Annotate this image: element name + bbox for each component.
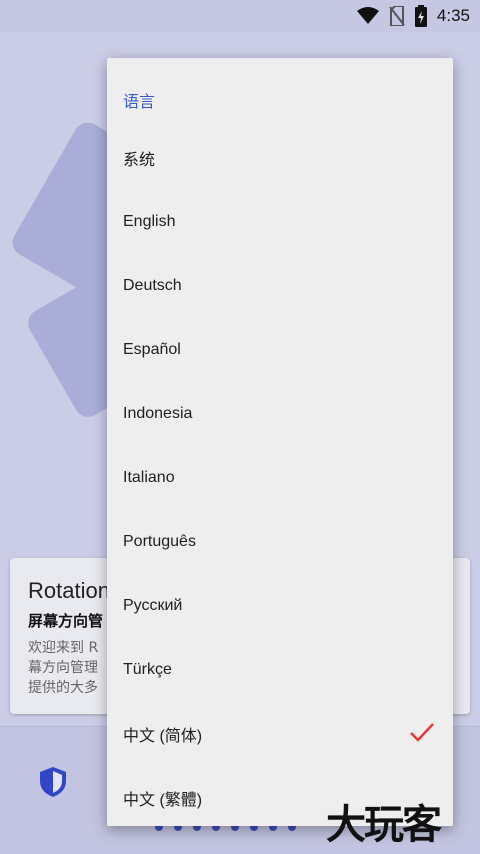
- language-option-label: Português: [123, 533, 196, 550]
- language-option-selected[interactable]: 中文 (简体): [107, 702, 453, 766]
- card-body: 欢迎来到 R 幕方向管理 提供的大多: [28, 638, 118, 698]
- language-option-label: Русский: [123, 597, 183, 614]
- language-option[interactable]: Indonesia: [107, 382, 453, 446]
- shield-icon[interactable]: [40, 767, 66, 797]
- language-option[interactable]: Italiano: [107, 446, 453, 510]
- language-dropdown: 语言 系统 English Deutsch Español Indonesia …: [107, 58, 453, 826]
- language-option-label: 中文 (繁體): [123, 792, 203, 809]
- no-sim-icon: [389, 6, 405, 26]
- language-option[interactable]: Deutsch: [107, 254, 453, 318]
- language-option[interactable]: Português: [107, 510, 453, 574]
- language-option-label: English: [123, 213, 176, 230]
- card-title: Rotation: [28, 578, 110, 603]
- language-option-label: Indonesia: [123, 405, 193, 422]
- dropdown-header: 语言: [123, 92, 156, 111]
- card-body-line: 幕方向管理: [28, 660, 98, 676]
- wifi-icon: [356, 7, 379, 24]
- card-body-line: 提供的大多: [28, 680, 98, 696]
- language-option-label: Español: [123, 341, 181, 358]
- language-option[interactable]: English: [107, 190, 453, 254]
- card-body-line: 欢迎来到 R: [28, 640, 99, 656]
- status-time: 4:35: [436, 6, 470, 25]
- language-option-label: Deutsch: [123, 277, 182, 294]
- watermark-logo: 大玩客: [326, 802, 442, 848]
- card-subtitle: 屏幕方向管: [28, 612, 104, 630]
- status-bar: 4:35: [0, 0, 480, 32]
- language-option-label: 系统: [123, 152, 156, 169]
- language-option-label: 中文 (简体): [123, 728, 203, 745]
- language-option[interactable]: Español: [107, 318, 453, 382]
- language-option[interactable]: Türkçe: [107, 638, 453, 702]
- language-option-label: Türkçe: [123, 661, 172, 678]
- checkmark-icon: [410, 723, 434, 742]
- language-option[interactable]: 系统: [107, 126, 453, 190]
- language-option[interactable]: Русский: [107, 574, 453, 638]
- battery-charging-icon: [414, 5, 427, 27]
- language-option-label: Italiano: [123, 469, 175, 486]
